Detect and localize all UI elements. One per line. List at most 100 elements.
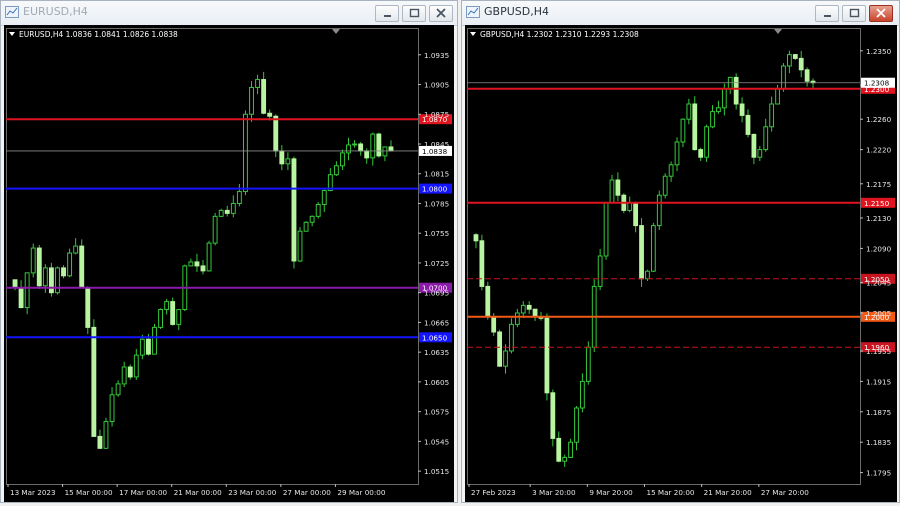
y-tick-label: 1.0665 — [424, 318, 449, 327]
close-icon — [436, 8, 446, 18]
minimize-button[interactable] — [815, 5, 839, 22]
candle — [615, 172, 621, 202]
x-tick-label: 21 Mar 00:00 — [174, 488, 222, 497]
current-price-label: 1.0838 — [422, 147, 448, 156]
symbol-menu-arrow-icon[interactable] — [9, 32, 15, 36]
window-titlebar[interactable]: GBPUSD,H4 — [462, 1, 899, 26]
candle-body-bear — [170, 301, 176, 325]
candle-body-bull — [176, 309, 182, 325]
candle-body-bear — [48, 267, 54, 294]
candle — [243, 110, 248, 196]
candle — [97, 429, 103, 450]
level-price-label: 1.0800 — [422, 185, 448, 194]
chart-shift-marker[interactable] — [332, 29, 340, 34]
candle — [370, 132, 376, 166]
x-tick-label: 21 Mar 20:00 — [704, 488, 752, 497]
candle-body-bear — [273, 115, 279, 152]
chart-area[interactable]: EURUSD,H4 1.0836 1.0841 1.0826 1.0838 1.0… — [4, 25, 454, 502]
minimize-button[interactable] — [375, 5, 399, 22]
candle-body-bull — [520, 304, 526, 314]
candle-body-bull — [645, 270, 650, 280]
minimize-icon — [384, 15, 391, 17]
candle-body-bull — [55, 267, 60, 294]
candle — [662, 173, 668, 199]
x-tick-label: 3 Mar 20:00 — [532, 488, 576, 497]
window-titlebar[interactable]: EURUSD,H4 — [1, 1, 457, 26]
candle — [109, 387, 115, 427]
candle — [727, 76, 733, 94]
candle-body-bull — [609, 179, 615, 204]
candle-body-bull — [769, 103, 775, 128]
candle — [526, 301, 532, 315]
candle — [786, 50, 792, 74]
candle-body-bull — [775, 88, 780, 105]
candle-body-bear — [267, 112, 273, 117]
gbpusd-candlestick-chart[interactable]: GBPUSD,H4 1.2302 1.2310 1.2293 1.2308 1.2… — [465, 25, 897, 502]
candle-body-bull — [781, 65, 786, 90]
candle-body-bull — [352, 143, 358, 146]
candle — [352, 140, 358, 148]
current-price-label: 1.2308 — [864, 79, 890, 88]
chart-shift-marker[interactable] — [774, 29, 782, 34]
candle-body-bear — [279, 150, 285, 165]
candle — [176, 309, 182, 331]
candle — [236, 184, 242, 207]
x-tick-label: 27 Mar 00:00 — [283, 488, 331, 497]
candle — [315, 201, 321, 219]
gbpusd-chart-window[interactable]: GBPUSD,H4 GBPUSD,H4 1.2302 1.2310 1.2293… — [461, 0, 900, 503]
candle — [686, 98, 692, 125]
candle-body-bear — [388, 146, 394, 152]
close-button[interactable] — [869, 5, 893, 22]
candle — [103, 417, 109, 449]
candle-body-bear — [85, 287, 91, 328]
candle — [479, 234, 485, 291]
candle — [230, 195, 236, 218]
candle — [61, 265, 66, 279]
candle-body-bear — [556, 437, 562, 462]
candle — [376, 132, 382, 158]
candle — [544, 313, 550, 401]
y-tick-label: 1.2220 — [866, 146, 892, 155]
candle-body-bear — [526, 304, 532, 310]
candle-body-bull — [236, 191, 242, 204]
x-tick-label: 27 Feb 2023 — [471, 488, 516, 497]
candle — [609, 174, 615, 204]
candle — [704, 124, 709, 162]
candle-body-bear — [376, 133, 382, 157]
eurusd-chart-window[interactable]: EURUSD,H4 EURUSD,H4 1.0836 1.0841 1.0826… — [0, 0, 458, 503]
y-tick-label: 1.1795 — [866, 469, 891, 478]
candle-body-bull — [73, 245, 79, 254]
candle-body-bull — [303, 221, 309, 232]
candle-body-bull — [716, 107, 721, 113]
y-tick-label: 1.1835 — [866, 438, 891, 447]
x-tick-label: 17 Mar 00:00 — [119, 488, 167, 497]
candle — [224, 205, 230, 217]
candle-body-bear — [200, 265, 206, 272]
candle-body-bear — [36, 247, 42, 287]
candle — [291, 156, 297, 269]
chart-window-icon — [466, 6, 480, 18]
candle-body-bull — [562, 456, 568, 462]
candle — [716, 100, 721, 114]
y-tick-label: 1.2130 — [866, 214, 892, 223]
candle-body-bull — [133, 354, 139, 378]
candle — [127, 364, 133, 380]
maximize-button[interactable] — [842, 5, 866, 22]
candle — [591, 279, 597, 353]
candle — [340, 149, 345, 170]
maximize-button[interactable] — [402, 5, 426, 22]
chart-area[interactable]: GBPUSD,H4 1.2302 1.2310 1.2293 1.2308 1.2… — [465, 25, 897, 502]
candle-body-bear — [532, 308, 538, 318]
candle — [30, 243, 36, 278]
candle — [503, 344, 508, 374]
candle — [804, 67, 810, 87]
candle-body-bear — [127, 366, 133, 378]
candle — [115, 380, 121, 397]
close-button[interactable] — [429, 5, 453, 22]
eurusd-candlestick-chart[interactable]: EURUSD,H4 1.0836 1.0841 1.0826 1.0838 1.0… — [4, 25, 454, 502]
candle — [152, 323, 157, 355]
candle — [792, 53, 798, 60]
symbol-menu-arrow-icon[interactable] — [470, 32, 476, 36]
x-tick-label: 23 Mar 00:00 — [228, 488, 276, 497]
candle — [18, 280, 24, 309]
